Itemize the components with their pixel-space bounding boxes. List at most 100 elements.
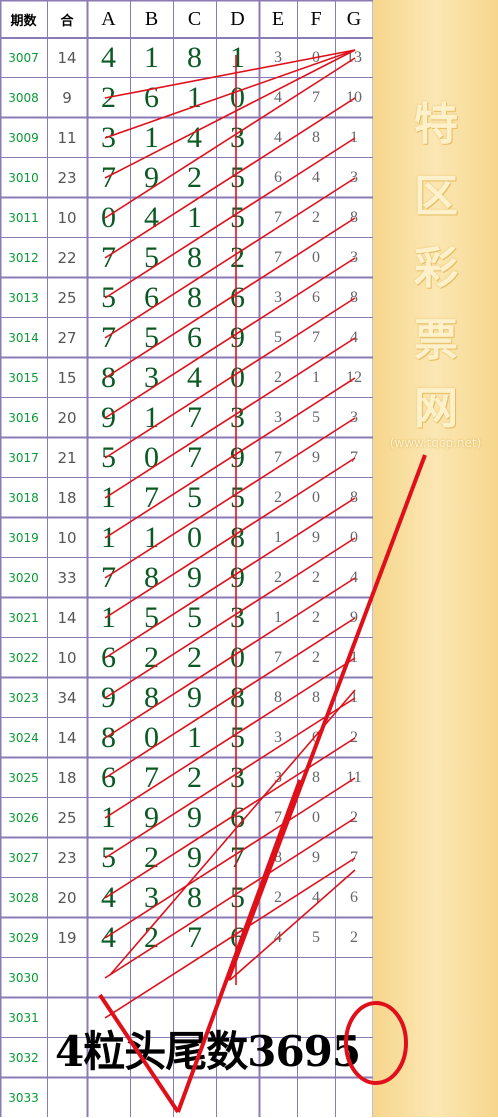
period-cell: 3010 xyxy=(8,171,39,185)
digit-cell-g: 2 xyxy=(350,729,358,746)
sum-cell: 33 xyxy=(57,569,77,587)
digit-cell-d: 3 xyxy=(230,601,245,634)
header-col-b: B xyxy=(144,7,159,30)
header-col-g: G xyxy=(346,7,362,30)
digit-cell-f xyxy=(297,1078,335,1118)
digit-cell-e xyxy=(259,1078,297,1118)
digit-cell-c: 4 xyxy=(187,121,202,154)
digit-cell-f: 5 xyxy=(312,929,320,946)
period-cell: 3030 xyxy=(8,971,39,985)
period-cell: 3029 xyxy=(8,931,39,945)
digit-cell-f xyxy=(297,958,335,998)
digit-cell-a: 7 xyxy=(101,561,116,594)
sum-cell: 18 xyxy=(57,489,77,507)
digit-cell-b: 2 xyxy=(144,921,159,954)
digit-cell-c: 9 xyxy=(187,561,202,594)
digit-cell-g: 8 xyxy=(350,289,358,306)
digit-cell-f: 8 xyxy=(312,689,320,706)
digit-cell-b: 1 xyxy=(144,521,159,554)
digit-cell-f: 0 xyxy=(312,249,320,266)
digit-cell-a: 1 xyxy=(101,601,116,634)
period-cell: 3023 xyxy=(8,691,39,705)
digit-cell-e: 3 xyxy=(274,729,282,746)
digit-cell-f: 8 xyxy=(312,769,320,786)
sum-cell: 20 xyxy=(57,409,77,427)
sidebar-watermark-panel: 特 区 彩 票 网 xyxy=(373,0,498,1117)
digit-cell-c: 7 xyxy=(187,441,202,474)
digit-cell-g: 1 xyxy=(350,649,358,666)
prediction-caption: 4粒头尾数3695 xyxy=(55,1027,361,1076)
digit-cell-f: 2 xyxy=(312,209,320,226)
digit-cell-c: 2 xyxy=(187,641,202,674)
digit-cell-a xyxy=(87,958,130,998)
digit-cell-f: 2 xyxy=(312,609,320,626)
digit-cell-f: 2 xyxy=(312,649,320,666)
period-cell: 3014 xyxy=(8,331,39,345)
sum-cell: 11 xyxy=(57,129,77,147)
digit-cell-c: 8 xyxy=(187,281,202,314)
digit-cell-d: 2 xyxy=(230,241,245,274)
watermark-char: 彩 xyxy=(414,243,458,294)
digit-cell-d: 9 xyxy=(230,321,245,354)
watermark-char: 特 xyxy=(414,99,458,150)
digit-cell-d: 6 xyxy=(230,801,245,834)
digit-cell-c: 5 xyxy=(187,481,202,514)
digit-cell-b: 2 xyxy=(144,841,159,874)
digit-cell-e: 7 xyxy=(274,649,282,666)
digit-cell-d: 9 xyxy=(230,441,245,474)
digit-cell-g: 4 xyxy=(350,569,358,586)
digit-cell-a: 7 xyxy=(101,161,116,194)
sum-cell: 18 xyxy=(57,769,77,787)
digit-cell-d: 6 xyxy=(230,281,245,314)
digit-cell-a: 3 xyxy=(101,121,116,154)
period-cell: 3028 xyxy=(8,891,39,905)
digit-cell-c: 2 xyxy=(187,161,202,194)
digit-cell-d: 3 xyxy=(230,761,245,794)
sum-cell: 10 xyxy=(57,529,77,547)
digit-cell-a: 2 xyxy=(101,81,116,114)
watermark-site: (www.tqcp.net) xyxy=(389,436,482,450)
digit-cell-b xyxy=(130,1078,173,1118)
digit-cell-d: 0 xyxy=(230,361,245,394)
period-cell: 3027 xyxy=(8,851,39,865)
sum-cell: 22 xyxy=(57,249,77,267)
header-col-d: D xyxy=(230,7,245,30)
digit-cell-f: 2 xyxy=(312,569,320,586)
sum-cell: 14 xyxy=(57,49,77,67)
digit-cell-f: 1 xyxy=(312,369,320,386)
digit-cell-b: 3 xyxy=(144,361,159,394)
digit-cell-f: 5 xyxy=(312,409,320,426)
digit-cell-e: 8 xyxy=(274,689,282,706)
sum-cell: 25 xyxy=(57,289,77,307)
period-cell: 3011 xyxy=(8,211,39,225)
digit-cell-f: 4 xyxy=(312,169,320,186)
period-cell: 3015 xyxy=(8,371,39,385)
digit-cell-c: 2 xyxy=(187,761,202,794)
digit-cell-e: 2 xyxy=(274,889,282,906)
digit-cell-g: 11 xyxy=(346,769,362,786)
digit-cell-g: 7 xyxy=(350,449,358,466)
digit-cell-g: 6 xyxy=(350,889,358,906)
digit-cell-e: 1 xyxy=(274,609,282,626)
digit-cell-e: 7 xyxy=(274,249,282,266)
digit-cell-d xyxy=(216,958,259,998)
digit-cell-e: 7 xyxy=(274,809,282,826)
period-cell: 3022 xyxy=(8,651,39,665)
digit-cell-a: 6 xyxy=(101,641,116,674)
period-cell: 3031 xyxy=(8,1011,39,1025)
digit-cell-e: 3 xyxy=(274,289,282,306)
digit-cell-e xyxy=(259,958,297,998)
digit-cell-b: 5 xyxy=(144,601,159,634)
sum-cell: 25 xyxy=(57,809,77,827)
period-cell: 3021 xyxy=(8,611,39,625)
digit-cell-e: 2 xyxy=(274,489,282,506)
period-cell: 3016 xyxy=(8,411,39,425)
digit-cell-c: 1 xyxy=(187,201,202,234)
watermark-char: 网 xyxy=(414,383,458,434)
digit-cell-e: 1 xyxy=(274,529,282,546)
sum-cell: 19 xyxy=(57,929,77,947)
digit-cell-b: 5 xyxy=(144,241,159,274)
sum-cell: 10 xyxy=(57,209,77,227)
digit-cell-a: 9 xyxy=(101,681,116,714)
digit-cell-g: 9 xyxy=(350,609,358,626)
